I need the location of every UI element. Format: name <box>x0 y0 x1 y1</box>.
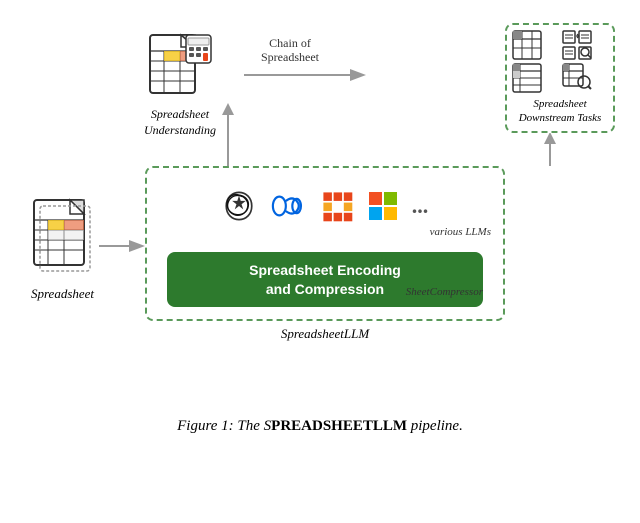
understanding-icon <box>148 33 213 103</box>
chain-arrow <box>240 60 370 90</box>
spreadsheet-icon <box>30 198 95 278</box>
sheetcompressor-label: SheetCompressor <box>145 286 505 298</box>
dots-label: ... <box>412 193 429 219</box>
spreadsheet-label: Spreadsheet <box>25 286 100 302</box>
understanding-label: Spreadsheet Understanding <box>130 107 230 138</box>
encoding-box: Spreadsheet Encoding and Compression <box>167 252 483 307</box>
caption-text: Figure 1: The SPREADSHEETLLM pipeline. <box>177 418 463 434</box>
spreadsheetllm-label: SpreadsheetLLM <box>145 326 505 342</box>
downstream-icons <box>512 30 608 93</box>
llm-icons-row: ... <box>147 178 503 233</box>
mistral-icon <box>320 189 354 223</box>
downstream-label: Spreadsheet Downstream Tasks <box>512 97 608 126</box>
microsoft-icon <box>368 191 398 221</box>
openai-icon <box>222 189 256 223</box>
figure-caption: Figure 1: The SPREADSHEETLLM pipeline. <box>177 418 463 435</box>
downstream-box: Spreadsheet Downstream Tasks <box>505 23 615 133</box>
various-llms-label: various LLMs <box>430 226 491 238</box>
arrow-to-downstream <box>540 133 560 168</box>
diagram: Spreadsheet <box>20 18 620 408</box>
understanding-box: Spreadsheet Understanding <box>130 33 230 138</box>
meta-icon <box>270 189 306 223</box>
arrow-to-main <box>97 236 147 256</box>
